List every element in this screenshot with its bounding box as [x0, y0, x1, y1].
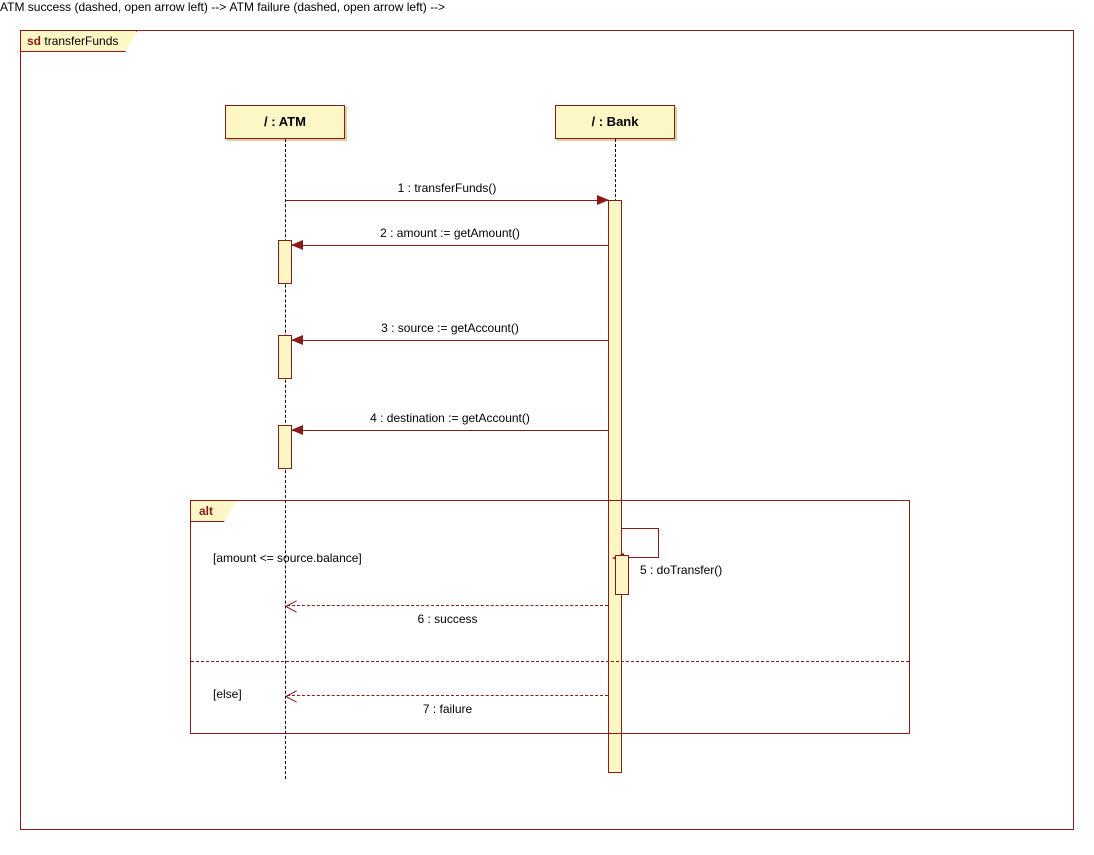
alt-tab: alt	[190, 500, 236, 522]
message-7-label: 7 : failure	[287, 702, 608, 716]
message-6-label: 6 : success	[287, 612, 608, 626]
lifeline-bank-label: / : Bank	[592, 114, 639, 129]
alt-guard-1: [amount <= source.balance]	[213, 551, 362, 565]
message-2-label: 2 : amount := getAmount()	[292, 226, 608, 240]
alt-divider	[191, 661, 909, 662]
alt-guard-2: [else]	[213, 687, 242, 701]
activation-atm-2	[278, 335, 292, 379]
arrow-left-icon	[291, 425, 303, 435]
activation-atm-1	[278, 240, 292, 284]
lifeline-atm-head: / : ATM	[225, 105, 345, 139]
alt-keyword: alt	[199, 504, 213, 518]
arrow-left-icon	[291, 335, 303, 345]
activation-bank-self	[615, 555, 629, 595]
open-arrow-left-icon	[286, 690, 298, 702]
sd-keyword: sd	[27, 34, 41, 48]
sequence-diagram: sd transferFunds / : ATM / : Bank 1 : tr…	[0, 0, 1094, 855]
arrow-left-icon	[291, 240, 303, 250]
message-5-self: 5 : doTransfer()	[622, 528, 659, 558]
message-3: 3 : source := getAccount()	[292, 340, 608, 341]
message-1-label: 1 : transferFunds()	[286, 181, 608, 195]
message-4-label: 4 : destination := getAccount()	[292, 411, 608, 425]
message-2: 2 : amount := getAmount()	[292, 245, 608, 246]
message-6: 6 : success	[287, 605, 608, 606]
message-5-label: 5 : doTransfer()	[640, 563, 722, 577]
sd-frame-tab: sd transferFunds	[20, 30, 137, 52]
open-arrow-left-icon	[286, 600, 298, 612]
message-3-label: 3 : source := getAccount()	[292, 321, 608, 335]
message-4: 4 : destination := getAccount()	[292, 430, 608, 431]
message-7: 7 : failure	[287, 695, 608, 696]
sd-name: transferFunds	[44, 34, 118, 48]
lifeline-atm-label: / : ATM	[264, 114, 306, 129]
message-1: 1 : transferFunds()	[286, 200, 608, 201]
lifeline-bank-head: / : Bank	[555, 105, 675, 139]
activation-atm-3	[278, 425, 292, 469]
arrow-right-icon	[597, 195, 609, 205]
